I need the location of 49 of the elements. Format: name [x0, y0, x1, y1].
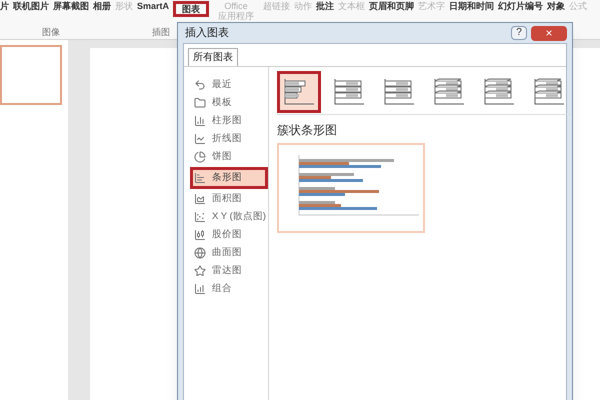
chart-type-item[interactable]: 柱形图: [194, 113, 268, 129]
ribbon-button[interactable]: 片: [0, 1, 9, 11]
bar-chart-icon: [332, 76, 366, 106]
pie-chart-icon: [194, 151, 206, 163]
ribbon-button[interactable]: 图表: [173, 1, 210, 17]
chart-type-item[interactable]: 雷达图: [194, 263, 268, 279]
bar-chart-icon: [482, 76, 516, 106]
close-button[interactable]: ×: [531, 26, 567, 40]
chart-subtype-button[interactable]: [277, 70, 321, 112]
ribbon-button[interactable]: 日期和时间: [449, 1, 494, 11]
bar-chart-icon: [382, 76, 416, 106]
chart-type-item[interactable]: 股价图: [194, 227, 268, 243]
ribbon-button[interactable]: SmartA: [137, 1, 170, 11]
chart-type-item[interactable]: 面积图: [194, 191, 268, 207]
globe-icon: [194, 247, 206, 259]
help-button[interactable]: ?: [511, 26, 527, 40]
slide-thumbnail[interactable]: [0, 45, 62, 105]
ribbon-button[interactable]: 相册: [93, 1, 111, 11]
chart-type-item[interactable]: 模板: [194, 95, 268, 111]
ribbon-button[interactable]: 联机图片: [13, 1, 49, 11]
line-chart-icon: [194, 133, 206, 145]
candlestick-chart-icon: [194, 229, 206, 241]
ribbon-button[interactable]: 对象: [547, 1, 566, 11]
dialog-title: 插入图表: [185, 26, 229, 41]
bar-chart-icon: [432, 76, 466, 106]
bar-chart-icon: [194, 172, 206, 184]
folder-icon: [194, 97, 206, 109]
chart-type-item[interactable]: X Y (散点图): [194, 209, 268, 225]
ribbon-button[interactable]: 批注: [316, 1, 334, 11]
scatter-chart-icon: [194, 211, 206, 223]
bar-chart-icon: [282, 76, 316, 106]
tab[interactable]: 所有图表: [188, 48, 238, 66]
ribbon-button[interactable]: 页眉和页脚: [369, 1, 414, 11]
chart-type-item[interactable]: 条形图: [190, 167, 268, 189]
chart-type-item[interactable]: 组合: [194, 281, 268, 297]
chart-type-item[interactable]: 最近: [194, 77, 268, 93]
undo-icon: [194, 79, 206, 91]
bar-chart-icon: [194, 283, 206, 295]
ribbon-button[interactable]: 幻灯片编号: [498, 1, 544, 11]
area-chart-icon: [194, 193, 206, 205]
ribbon-button[interactable]: 屏幕截图: [53, 1, 89, 11]
group-label: 图像: [42, 26, 60, 38]
chart-type-item[interactable]: 饼图: [194, 149, 268, 165]
chart-type-item[interactable]: 折线图: [194, 131, 268, 147]
chart-type-item[interactable]: 曲面图: [194, 245, 268, 261]
column-chart-icon: [194, 115, 206, 127]
subtype-title: 簇状条形图: [277, 122, 338, 139]
star-icon: [194, 265, 206, 277]
group-label: 插图: [152, 26, 170, 38]
